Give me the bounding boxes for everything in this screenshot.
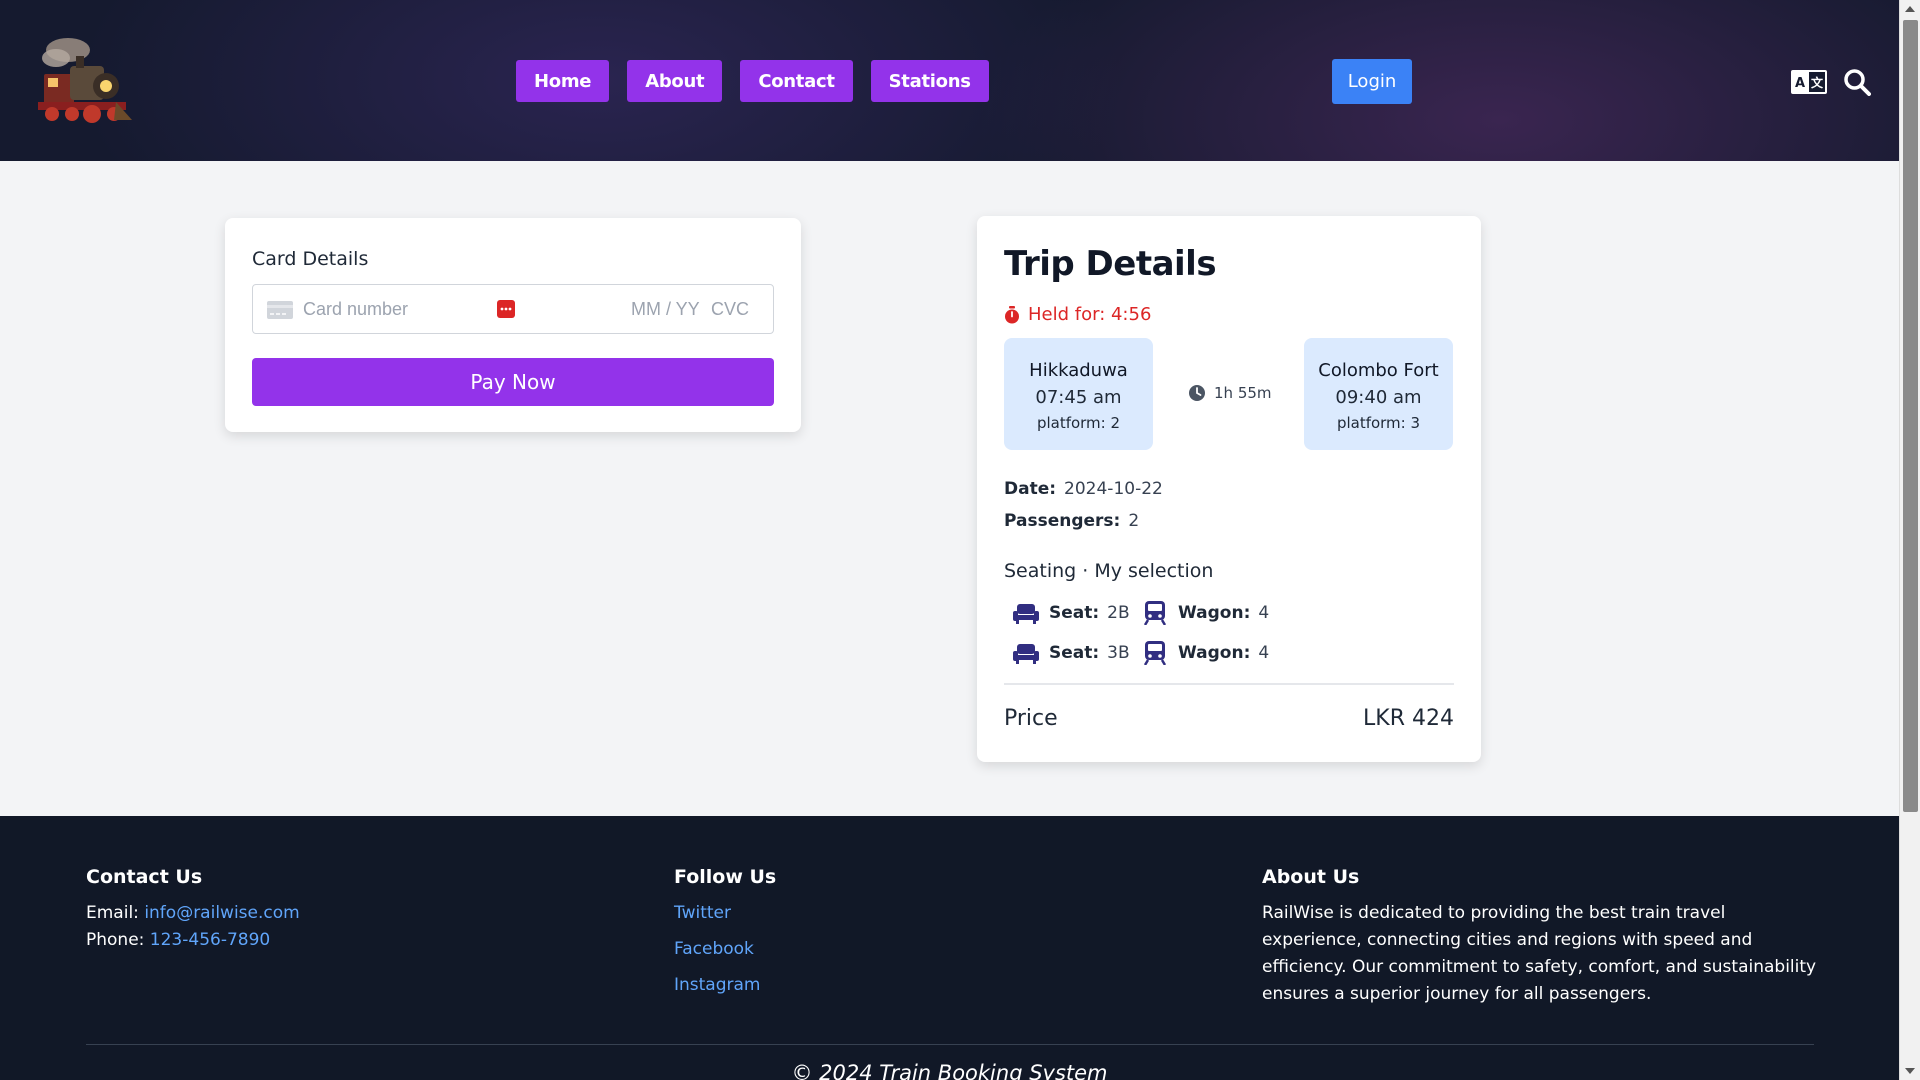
date-value: 2024-10-22	[1064, 479, 1163, 499]
scroll-up-arrow-icon[interactable]	[1905, 6, 1915, 12]
credit-card-icon	[267, 301, 293, 319]
wagon-value: 4	[1258, 643, 1270, 663]
twitter-link[interactable]: Twitter	[674, 900, 776, 926]
price-divider	[1004, 683, 1454, 685]
scroll-down-arrow-icon[interactable]	[1905, 1068, 1915, 1074]
train-logo-icon[interactable]	[28, 28, 134, 130]
arrival-time: 09:40 am	[1335, 387, 1422, 408]
card-input-field[interactable]: Card number MM / YY CVC	[252, 284, 774, 334]
held-label: Held for: 4:56	[1028, 304, 1152, 325]
footer-phone-line: Phone: 123-456-7890	[86, 927, 300, 954]
scroll-thumb[interactable]	[1903, 20, 1918, 812]
date-row: Date: 2024-10-22	[1004, 479, 1163, 499]
footer-follow-title: Follow Us	[674, 866, 777, 888]
phone-link[interactable]: 123-456-7890	[150, 930, 270, 950]
departure-station-name: Hikkaduwa	[1029, 360, 1128, 381]
email-link[interactable]: info@railwise.com	[144, 903, 299, 923]
train-wagon-icon	[1144, 641, 1166, 665]
nav-contact-button[interactable]: Contact	[740, 60, 853, 102]
trip-details-title: Trip Details	[1004, 244, 1217, 284]
seat-icon	[1013, 604, 1039, 624]
site-header: Home About Contact Stations Login A 文	[0, 0, 1899, 161]
footer-about: About Us RailWise is dedicated to provid…	[1262, 866, 1822, 1008]
passengers-value: 2	[1128, 511, 1140, 531]
card-details-panel: Card Details Card number MM / YY CVC Pay…	[225, 218, 801, 432]
price-value: LKR 424	[1363, 706, 1454, 731]
seat-label: Seat:	[1049, 603, 1100, 623]
main-nav: Home About Contact Stations	[516, 60, 989, 102]
copyright-text: © 2024 Train Booking System	[791, 1061, 1108, 1080]
seating-title: Seating · My selection	[1004, 560, 1214, 582]
footer-contact-title: Contact Us	[86, 866, 203, 888]
phone-label: Phone:	[86, 930, 145, 950]
nav-home-button[interactable]: Home	[516, 60, 610, 102]
cvc-placeholder[interactable]: CVC	[711, 299, 749, 320]
departure-station-card: Hikkaduwa 07:45 am platform: 2	[1004, 338, 1153, 450]
wagon-value: 4	[1258, 603, 1270, 623]
arrival-platform: platform: 3	[1336, 414, 1421, 432]
passengers-row: Passengers: 2	[1004, 511, 1139, 531]
svg-text:文: 文	[1811, 75, 1824, 90]
page: Home About Contact Stations Login A 文 Ca…	[0, 0, 1899, 1080]
footer-divider	[86, 1044, 1814, 1045]
footer-about-text: RailWise is dedicated to providing the b…	[1262, 903, 1817, 1004]
stopwatch-icon	[1005, 305, 1019, 323]
seat-row: Seat: 2B Wagon: 4	[1013, 601, 1275, 625]
departure-time: 07:45 am	[1035, 387, 1122, 408]
instagram-link[interactable]: Instagram	[674, 972, 776, 998]
card-details-title: Card Details	[252, 248, 369, 270]
trip-duration: 1h 55m	[1188, 384, 1272, 402]
seat-value: 2B	[1107, 603, 1130, 623]
held-timer: Held for: 4:56	[1004, 304, 1151, 325]
footer-contact: Contact Us Email: info@railwise.com Phon…	[86, 866, 300, 954]
expiry-placeholder[interactable]: MM / YY	[631, 299, 700, 320]
wagon-label: Wagon:	[1178, 603, 1251, 623]
duration-label: 1h 55m	[1214, 384, 1272, 402]
login-button[interactable]: Login	[1332, 59, 1412, 104]
passengers-label: Passengers:	[1004, 511, 1121, 531]
seat-value: 3B	[1107, 643, 1130, 663]
site-footer: Contact Us Email: info@railwise.com Phon…	[0, 816, 1899, 1080]
arrival-station-card: Colombo Fort 09:40 am platform: 3	[1304, 338, 1453, 450]
seat-label: Seat:	[1049, 643, 1100, 663]
pay-now-button[interactable]: Pay Now	[252, 358, 774, 406]
wagon-label: Wagon:	[1178, 643, 1251, 663]
seat-icon	[1013, 644, 1039, 664]
footer-follow: Follow Us Twitter Facebook Instagram	[674, 866, 776, 1008]
train-wagon-icon	[1144, 601, 1166, 625]
trip-details-panel: Trip Details Held for: 4:56 Hikkaduwa 07…	[977, 216, 1481, 762]
nav-stations-button[interactable]: Stations	[870, 60, 989, 102]
clock-icon	[1189, 385, 1205, 401]
email-label: Email:	[86, 903, 139, 923]
departure-platform: platform: 2	[1036, 414, 1121, 432]
autofill-icon[interactable]	[497, 300, 515, 318]
card-number-placeholder[interactable]: Card number	[303, 299, 408, 320]
date-label: Date:	[1004, 479, 1057, 499]
footer-about-title: About Us	[1262, 866, 1360, 888]
arrival-station-name: Colombo Fort	[1318, 360, 1439, 381]
search-icon[interactable]	[1843, 68, 1871, 96]
facebook-link[interactable]: Facebook	[674, 936, 776, 962]
translate-icon[interactable]: A 文	[1791, 70, 1827, 94]
footer-email-line: Email: info@railwise.com	[86, 900, 300, 927]
nav-about-button[interactable]: About	[627, 60, 723, 102]
price-label: Price	[1004, 706, 1058, 731]
page-scrollbar[interactable]	[1899, 0, 1920, 1080]
svg-text:A: A	[1795, 76, 1805, 91]
seat-row: Seat: 3B Wagon: 4	[1013, 641, 1275, 665]
